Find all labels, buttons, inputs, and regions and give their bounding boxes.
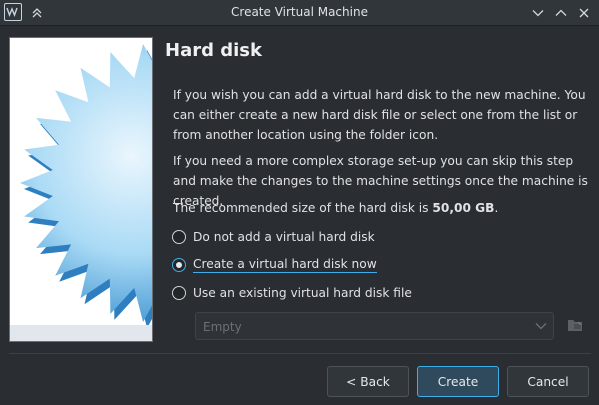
existing-disk-select[interactable]: Empty <box>195 312 554 340</box>
radio-create-disk[interactable] <box>172 258 186 272</box>
recommended-prefix: The recommended size of the hard disk is <box>173 201 433 215</box>
option-no-disk-label[interactable]: Do not add a virtual hard disk <box>193 230 375 244</box>
starburst-graphic <box>20 44 152 328</box>
recommended-size-value: 50,00 GB <box>432 201 495 215</box>
option-no-disk[interactable]: Do not add a virtual hard disk <box>172 228 375 246</box>
minimize-button[interactable] <box>528 3 548 23</box>
intro-paragraph: If you wish you can add a virtual hard d… <box>173 88 586 142</box>
wizard-banner-image <box>9 37 153 342</box>
option-existing-disk[interactable]: Use an existing virtual hard disk file <box>172 284 412 302</box>
starburst-shape <box>20 44 152 322</box>
back-button[interactable]: < Back <box>327 366 409 397</box>
folder-icon <box>568 320 582 331</box>
recommended-suffix: . <box>494 201 499 215</box>
existing-disk-select-value: Empty <box>203 320 242 334</box>
radio-existing-disk[interactable] <box>172 286 186 300</box>
radio-no-disk[interactable] <box>172 230 186 244</box>
option-create-disk-label[interactable]: Create a virtual hard disk now <box>193 257 377 273</box>
option-create-disk[interactable]: Create a virtual hard disk now <box>172 256 377 274</box>
window-title: Create Virtual Machine <box>231 5 368 19</box>
create-button[interactable]: Create <box>417 366 499 397</box>
chevron-down-icon <box>532 10 544 17</box>
button-bar-divider <box>9 353 591 354</box>
recommended-size-text: The recommended size of the hard disk is… <box>173 198 591 218</box>
close-button[interactable] <box>574 3 594 23</box>
maximize-button[interactable] <box>551 3 571 23</box>
cancel-button[interactable]: Cancel <box>507 366 589 397</box>
choose-disk-folder-button[interactable] <box>566 316 586 336</box>
banner-footer-strip <box>10 325 152 341</box>
page-title: Hard disk <box>165 40 262 61</box>
chevron-up-icon <box>555 9 567 16</box>
chevron-down-icon <box>535 323 547 330</box>
option-existing-disk-label[interactable]: Use an existing virtual hard disk file <box>193 286 412 300</box>
title-bar: Create Virtual Machine <box>0 0 599 26</box>
close-icon <box>579 8 589 18</box>
